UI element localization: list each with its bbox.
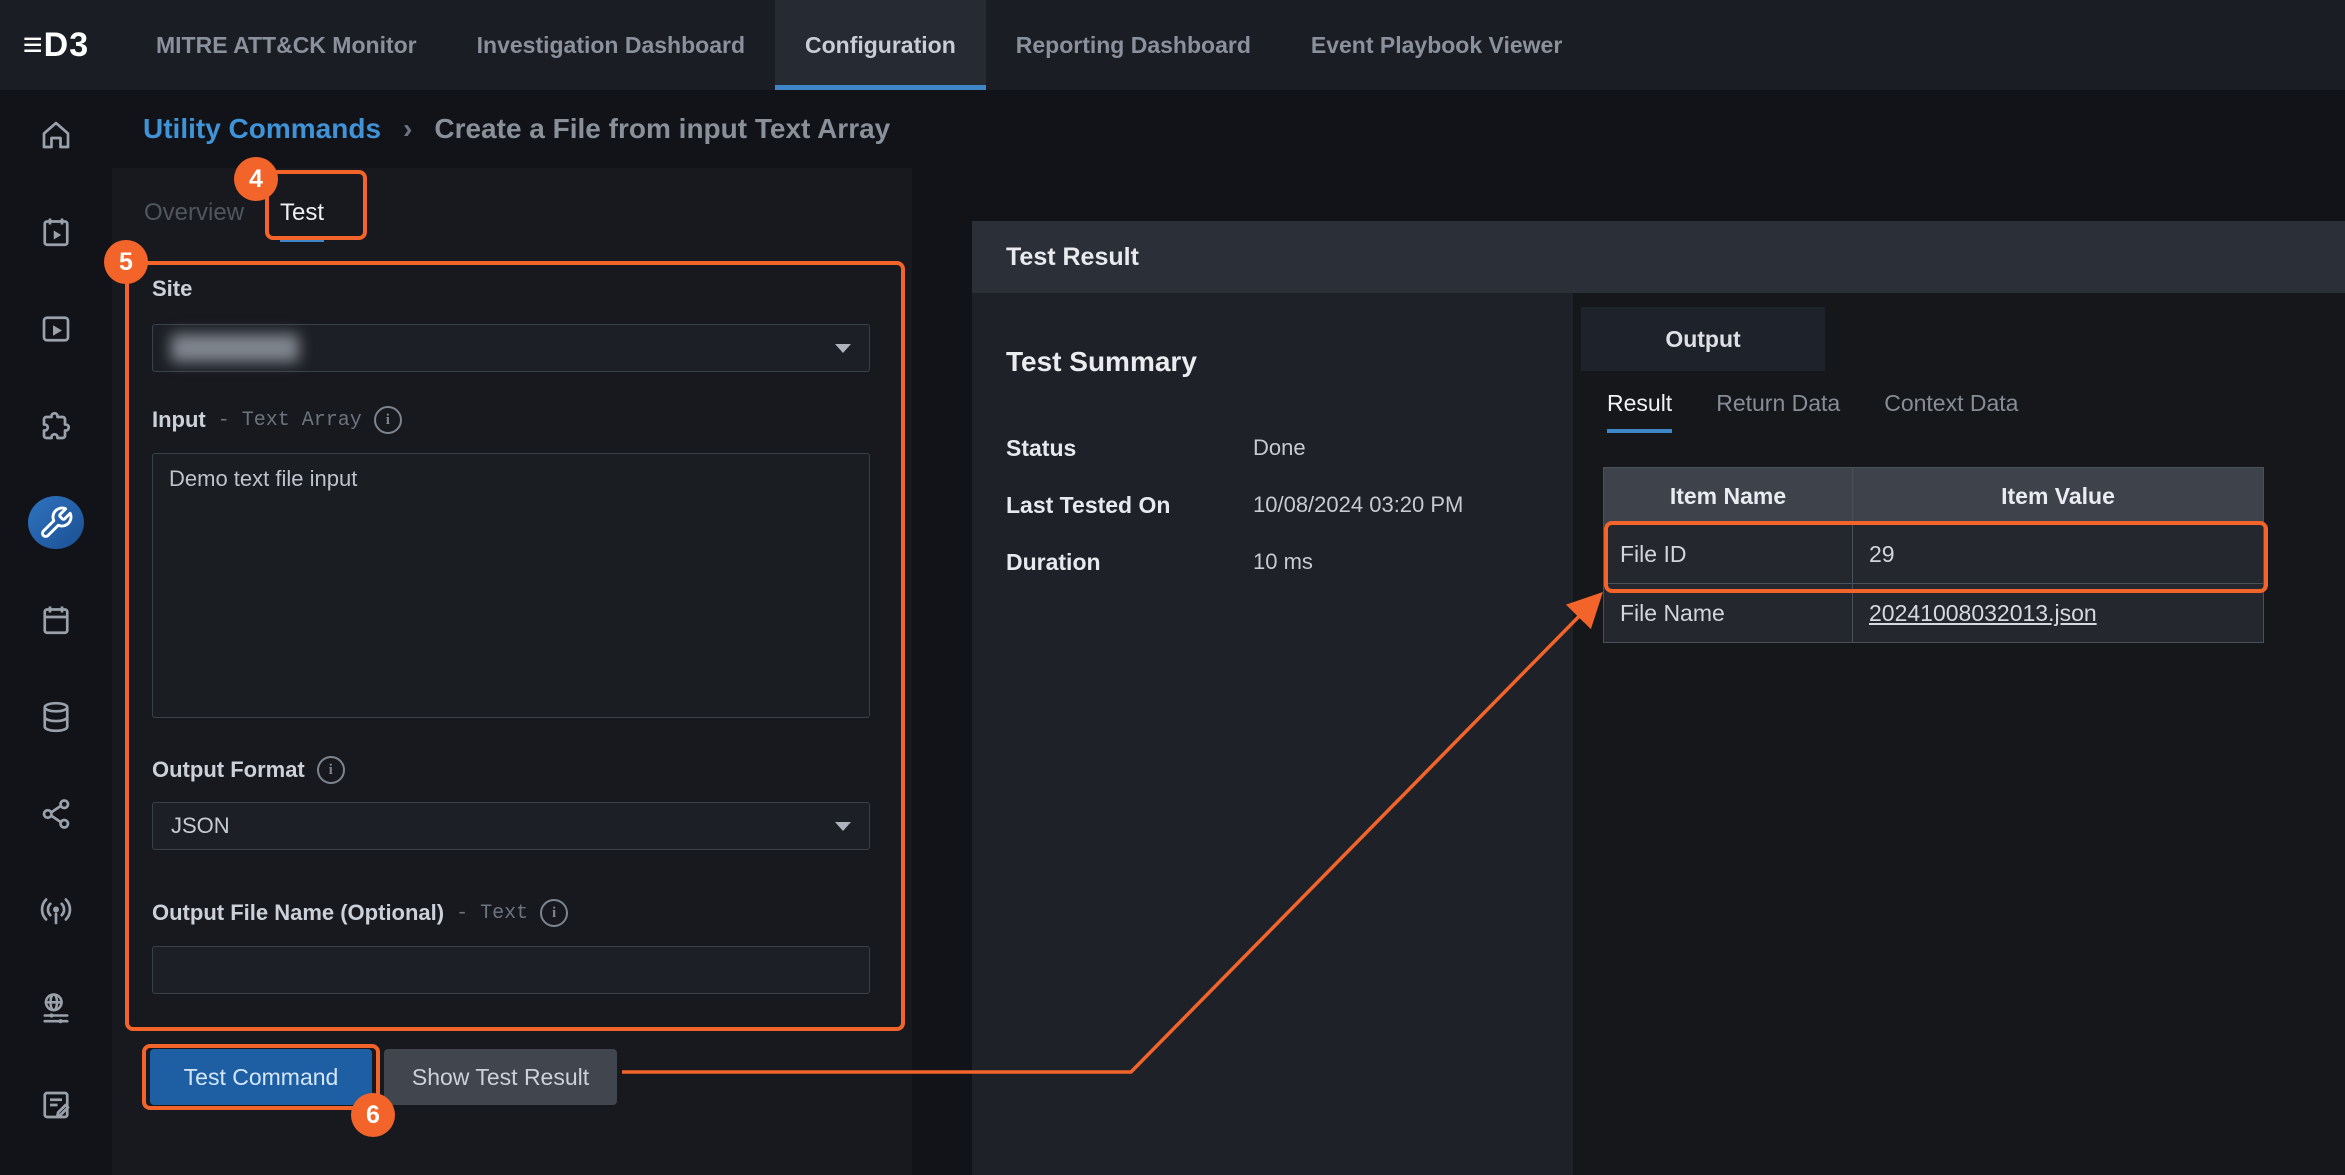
test-result-header: Test Result bbox=[972, 221, 2345, 293]
test-summary-rows: Status Done Last Tested On 10/08/2024 03… bbox=[1006, 431, 1546, 579]
tab-overview[interactable]: Overview bbox=[144, 198, 244, 242]
breadcrumb: Utility Commands › Create a File from in… bbox=[0, 90, 2345, 168]
file-name-link[interactable]: 20241008032013.json bbox=[1869, 600, 2097, 626]
table-header-row: Item Name Item Value bbox=[1604, 468, 2264, 525]
input-field-label-row: Input - Text Array i bbox=[152, 406, 402, 434]
redacted-site-value bbox=[171, 334, 299, 362]
integrations-puzzle-icon bbox=[38, 408, 74, 444]
output-subtabs: Result Return Data Context Data bbox=[1607, 389, 2018, 433]
output-file-name-label-row: Output File Name (Optional) - Text i bbox=[152, 899, 568, 927]
app-root: ≡D3 MITRE ATT&CK Monitor Investigation D… bbox=[0, 0, 2345, 1175]
test-summary: Test Summary Status Done Last Tested On … bbox=[1006, 345, 1546, 602]
info-icon[interactable]: i bbox=[540, 899, 568, 927]
subtab-return-data[interactable]: Return Data bbox=[1716, 389, 1840, 433]
playbook-player-icon bbox=[38, 311, 74, 347]
table-row-file-id: File ID 29 bbox=[1604, 525, 2264, 584]
output-format-select[interactable]: JSON bbox=[152, 802, 870, 850]
command-test-panel: Overview Test Site Input - Text Array i … bbox=[112, 168, 912, 1175]
topnav-item-configuration[interactable]: Configuration bbox=[775, 0, 986, 90]
site-label: Site bbox=[152, 276, 192, 302]
sidebar-item-geolocation[interactable] bbox=[28, 981, 84, 1034]
site-select[interactable] bbox=[152, 324, 870, 372]
top-nav-menu: MITRE ATT&CK Monitor Investigation Dashb… bbox=[126, 0, 1592, 90]
summary-value: Done bbox=[1253, 435, 1306, 461]
show-test-result-button[interactable]: Show Test Result bbox=[384, 1049, 617, 1105]
audit-log-icon bbox=[38, 1087, 74, 1123]
test-summary-heading: Test Summary bbox=[1006, 345, 1546, 379]
item-name-cell: File ID bbox=[1604, 525, 1853, 584]
item-value-cell: 20241008032013.json bbox=[1853, 584, 2264, 643]
subtab-result[interactable]: Result bbox=[1607, 389, 1672, 433]
command-panel-buttons: Test Command Show Test Result bbox=[150, 1049, 617, 1105]
incident-schedule-icon bbox=[38, 214, 74, 250]
summary-row-duration: Duration 10 ms bbox=[1006, 545, 1546, 579]
icon-sidebar bbox=[0, 108, 112, 1175]
topnav-item-event-playbook-viewer[interactable]: Event Playbook Viewer bbox=[1281, 0, 1592, 90]
sidebar-item-home[interactable] bbox=[28, 108, 84, 161]
output-file-name-input[interactable] bbox=[152, 946, 870, 994]
sidebar-item-data[interactable] bbox=[28, 690, 84, 743]
globe-settings-icon bbox=[38, 990, 74, 1026]
breadcrumb-parent-link[interactable]: Utility Commands bbox=[143, 113, 381, 145]
test-command-button[interactable]: Test Command bbox=[150, 1049, 372, 1105]
input-textarea[interactable]: Demo text file input bbox=[152, 453, 870, 718]
tab-output[interactable]: Output bbox=[1581, 307, 1825, 371]
chevron-down-icon bbox=[835, 344, 851, 353]
test-result-panel: Test Result Test Summary Status Done Las… bbox=[972, 221, 2345, 1175]
calendar-icon bbox=[38, 602, 74, 638]
test-result-title: Test Result bbox=[1006, 243, 1139, 272]
d3-logo[interactable]: ≡D3 bbox=[0, 0, 112, 90]
summary-label: Status bbox=[1006, 435, 1253, 462]
sidebar-item-incident-schedule[interactable] bbox=[28, 205, 84, 258]
topnav-item-investigation-dashboard[interactable]: Investigation Dashboard bbox=[447, 0, 775, 90]
sidebar-item-share[interactable] bbox=[28, 787, 84, 840]
page-title: Create a File from input Text Array bbox=[434, 113, 890, 145]
item-value-cell: 29 bbox=[1853, 525, 2264, 584]
sidebar-item-playbook[interactable] bbox=[28, 302, 84, 355]
site-field-label-row: Site bbox=[152, 276, 192, 302]
chevron-down-icon bbox=[835, 822, 851, 831]
home-icon bbox=[38, 117, 74, 153]
tab-test[interactable]: Test bbox=[280, 198, 324, 242]
output-format-label-row: Output Format i bbox=[152, 756, 345, 784]
info-icon[interactable]: i bbox=[374, 406, 402, 434]
utility-wrench-icon bbox=[38, 505, 74, 541]
result-table: Item Name Item Value File ID 29 File Nam… bbox=[1603, 467, 2264, 643]
output-format-value: JSON bbox=[171, 813, 230, 839]
subtab-context-data[interactable]: Context Data bbox=[1884, 389, 2018, 433]
breadcrumb-separator-icon: › bbox=[403, 113, 412, 145]
input-type-hint: - Text Array bbox=[218, 409, 362, 432]
table-row-file-name: File Name 20241008032013.json bbox=[1604, 584, 2264, 643]
summary-label: Duration bbox=[1006, 549, 1253, 576]
sidebar-item-utility-commands[interactable] bbox=[28, 496, 84, 549]
command-panel-tabs: Overview Test bbox=[144, 198, 324, 242]
col-header-item-name: Item Name bbox=[1604, 468, 1853, 525]
sidebar-item-audit-log[interactable] bbox=[28, 1078, 84, 1131]
sidebar-item-broadcast[interactable] bbox=[28, 884, 84, 937]
topnav-item-mitre-attck-monitor[interactable]: MITRE ATT&CK Monitor bbox=[126, 0, 447, 90]
broadcast-icon bbox=[38, 893, 74, 929]
info-icon[interactable]: i bbox=[317, 756, 345, 784]
output-file-name-label: Output File Name (Optional) bbox=[152, 900, 444, 926]
output-file-name-type-hint: - Text bbox=[456, 902, 528, 925]
sidebar-item-integrations[interactable] bbox=[28, 399, 84, 452]
sidebar-item-calendar[interactable] bbox=[28, 593, 84, 646]
summary-row-last-tested-on: Last Tested On 10/08/2024 03:20 PM bbox=[1006, 488, 1546, 522]
summary-row-status: Status Done bbox=[1006, 431, 1546, 465]
summary-value: 10/08/2024 03:20 PM bbox=[1253, 492, 1463, 518]
database-icon bbox=[38, 699, 74, 735]
top-navigation: ≡D3 MITRE ATT&CK Monitor Investigation D… bbox=[0, 0, 2345, 90]
output-format-label: Output Format bbox=[152, 757, 305, 783]
output-pane: Output Result Return Data Context Data I… bbox=[1573, 293, 2345, 1175]
col-header-item-value: Item Value bbox=[1853, 468, 2264, 525]
summary-label: Last Tested On bbox=[1006, 492, 1253, 519]
input-label: Input bbox=[152, 407, 206, 433]
share-nodes-icon bbox=[38, 796, 74, 832]
summary-value: 10 ms bbox=[1253, 549, 1313, 575]
item-name-cell: File Name bbox=[1604, 584, 1853, 643]
topnav-item-reporting-dashboard[interactable]: Reporting Dashboard bbox=[986, 0, 1281, 90]
